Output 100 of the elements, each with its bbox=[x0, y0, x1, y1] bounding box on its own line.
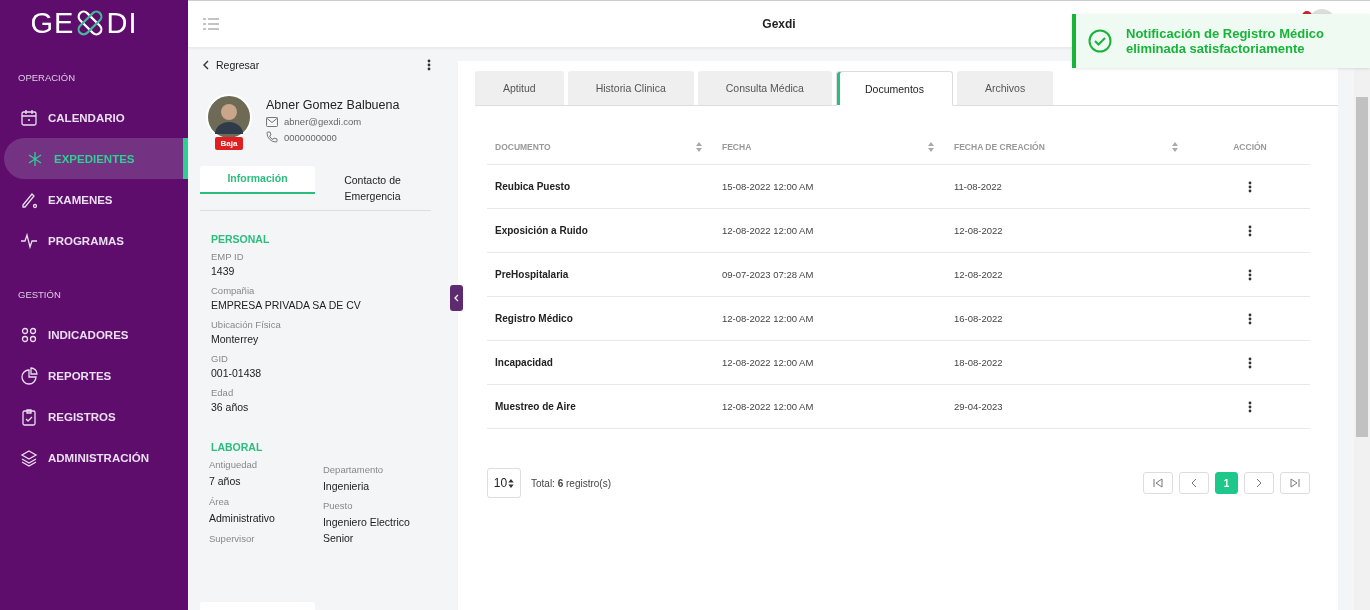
sort-icon[interactable] bbox=[1172, 142, 1178, 152]
more-vertical-icon[interactable] bbox=[1248, 312, 1252, 325]
first-page-button[interactable] bbox=[1143, 472, 1173, 494]
tab[interactable]: Archivos bbox=[956, 71, 1054, 105]
field-label: Ubicación Física bbox=[211, 319, 282, 330]
logo-text: GE bbox=[30, 6, 75, 40]
clipboard-icon bbox=[20, 407, 38, 426]
tab[interactable]: Documentos bbox=[835, 71, 953, 106]
field-label: Departamento bbox=[322, 464, 385, 475]
field-label: Supervisor bbox=[209, 533, 256, 544]
sidebar-item[interactable]: EXAMENES bbox=[0, 179, 188, 220]
asterisk-icon bbox=[26, 149, 44, 168]
sort-icon[interactable] bbox=[928, 142, 934, 152]
table-cell: 09-07-2023 07:28 AM bbox=[722, 269, 814, 280]
pulse-icon bbox=[20, 231, 38, 250]
section-heading: OPERACIÓN bbox=[17, 72, 76, 83]
section-heading: GESTIÓN bbox=[17, 289, 62, 300]
sidebar-item[interactable]: ADMINISTRACIÓN bbox=[0, 437, 188, 478]
column-header: FECHA bbox=[722, 142, 752, 152]
table-cell: 29-04-2023 bbox=[954, 401, 1003, 412]
field-label: Edad bbox=[211, 387, 235, 398]
menu-icon[interactable] bbox=[203, 18, 219, 30]
check-circle-icon bbox=[1088, 29, 1112, 53]
table-cell: 12-08-2022 bbox=[954, 225, 1003, 236]
more-vertical-icon[interactable] bbox=[1248, 268, 1252, 281]
collapse-handle[interactable] bbox=[450, 285, 463, 311]
phone-text: 0000000000 bbox=[284, 131, 337, 143]
chevron-left-icon bbox=[203, 60, 209, 70]
email-text: abner@gexdi.com bbox=[284, 116, 362, 127]
page-size-select[interactable]: 10 bbox=[487, 468, 521, 498]
first-page-icon bbox=[1153, 478, 1163, 488]
profile-tab[interactable]: Contacto de Emergencia bbox=[315, 166, 430, 210]
column-header: FECHA DE CREACIÓN bbox=[954, 142, 1045, 152]
person-silhouette-avatar bbox=[206, 94, 252, 140]
field-value: 1439 bbox=[211, 265, 236, 277]
back-link[interactable]: Regresar bbox=[203, 59, 260, 71]
next-page-button[interactable] bbox=[1244, 472, 1274, 494]
field-value: Administrativo bbox=[209, 511, 276, 526]
table-cell: 15-08-2022 12:00 AM bbox=[722, 181, 814, 192]
table-cell: 12-08-2022 bbox=[954, 269, 1003, 280]
column-header: ACCIÓN bbox=[1233, 142, 1267, 152]
grid-icon bbox=[20, 325, 38, 344]
sidebar-item[interactable]: INDICADORES bbox=[0, 314, 188, 355]
table-cell: Exposición a Ruido bbox=[495, 225, 588, 236]
calendar-icon bbox=[20, 108, 38, 127]
field-value: Monterrey bbox=[211, 333, 260, 345]
sidebar-item[interactable]: CALENDARIO bbox=[0, 97, 188, 138]
more-vertical-icon[interactable] bbox=[1248, 224, 1252, 237]
chevron-right-icon bbox=[1256, 478, 1262, 488]
field-value: 36 años bbox=[211, 401, 250, 413]
table-cell: Muestreo de Aire bbox=[495, 401, 576, 412]
table-cell: 12-08-2022 12:00 AM bbox=[722, 313, 814, 324]
field-value: Ingeniero Electrico Senior bbox=[322, 515, 411, 546]
more-vertical-icon[interactable] bbox=[1248, 356, 1252, 369]
tab[interactable]: Historia Clinica bbox=[567, 71, 694, 105]
pie-chart-icon bbox=[20, 366, 38, 385]
phone-icon bbox=[266, 131, 278, 143]
sort-icon[interactable] bbox=[696, 142, 702, 152]
table-cell: 12-08-2022 12:00 AM bbox=[722, 357, 814, 368]
tab[interactable]: Aptitud bbox=[475, 71, 564, 105]
table-cell: 16-08-2022 bbox=[954, 313, 1003, 324]
chevron-left-icon bbox=[454, 294, 459, 302]
field-value: 001-01438 bbox=[211, 367, 263, 379]
table-cell: 12-08-2022 12:00 AM bbox=[722, 225, 814, 236]
layers-icon bbox=[20, 448, 38, 467]
table-cell: Incapacidad bbox=[495, 357, 553, 368]
sidebar-item[interactable]: EXPEDIENTES bbox=[4, 138, 188, 179]
last-page-icon bbox=[1290, 478, 1300, 488]
section-heading: LABORAL bbox=[211, 441, 264, 453]
sidebar-item[interactable]: REGISTROS bbox=[0, 396, 188, 437]
table-cell: Reubica Puesto bbox=[495, 181, 571, 192]
field-label: Antiguedad bbox=[209, 459, 259, 470]
field-label: GID bbox=[211, 353, 229, 364]
field-value: EMPRESA PRIVADA SA DE CV bbox=[211, 299, 362, 311]
logo-text: DI bbox=[106, 6, 138, 40]
field-label: Área bbox=[209, 496, 231, 507]
table-cell: 12-08-2022 12:00 AM bbox=[722, 401, 814, 412]
more-vertical-icon[interactable] bbox=[427, 59, 431, 71]
tab[interactable]: Consulta Médica bbox=[697, 71, 832, 105]
field-value: Ingenieria bbox=[322, 479, 371, 494]
more-vertical-icon[interactable] bbox=[1248, 180, 1252, 193]
previous-page-button[interactable] bbox=[1179, 472, 1209, 494]
app-title: Gexdi bbox=[762, 17, 796, 31]
field-label: Compañia bbox=[211, 285, 256, 296]
status-badge: Baja bbox=[214, 137, 244, 150]
toast-message: Notificación de Registro Médico eliminada satisfactoriamente bbox=[1126, 26, 1325, 56]
sort-icon bbox=[508, 478, 515, 488]
section-heading: PERSONAL bbox=[211, 233, 271, 245]
table-cell: 11-08-2022 bbox=[954, 181, 1002, 192]
last-page-button[interactable] bbox=[1280, 472, 1310, 494]
sidebar-item[interactable]: PROGRAMAS bbox=[0, 220, 188, 261]
column-header: DOCUMENTO bbox=[495, 142, 551, 152]
more-vertical-icon[interactable] bbox=[1248, 400, 1252, 413]
sidebar-item[interactable]: REPORTES bbox=[0, 355, 188, 396]
table-cell: Registro Médico bbox=[495, 313, 573, 324]
table-cell: 18-08-2022 bbox=[954, 357, 1003, 368]
field-label: Puesto bbox=[322, 500, 354, 511]
person-name: Abner Gomez Balbuena bbox=[266, 98, 400, 112]
field-label: EMP ID bbox=[211, 251, 245, 262]
field-value: 7 años bbox=[209, 474, 242, 489]
